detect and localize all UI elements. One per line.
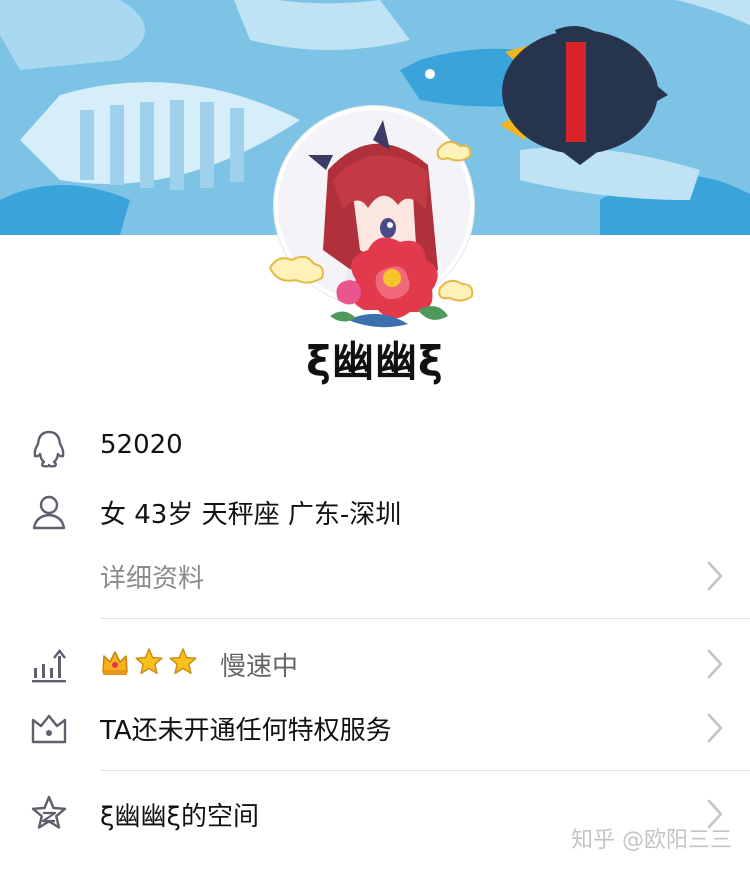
nickname: ξ幽幽ξ <box>306 337 444 386</box>
avatar-frame-decoration <box>268 140 474 328</box>
section-divider <box>100 770 750 771</box>
penguin-icon <box>33 430 65 468</box>
watermark: 知乎 @欧阳三三 <box>571 828 732 853</box>
privilege-crown-icon <box>31 714 67 744</box>
star-icon <box>169 648 197 675</box>
chevron-right-icon <box>707 713 723 743</box>
chevron-right-icon <box>707 561 723 591</box>
star-icon <box>135 648 163 675</box>
basic-info: 女 43岁 天秤座 广东-深圳 <box>100 500 402 530</box>
qzone-text: ξ幽幽ξ的空间 <box>100 802 259 832</box>
peony-flower-icon <box>330 237 448 328</box>
level-row[interactable]: 慢速中 <box>0 632 750 696</box>
level-chart-icon <box>32 649 66 683</box>
level-badges <box>100 646 198 678</box>
qzone-star-icon <box>31 795 67 829</box>
detail-info-row[interactable]: 详细资料 <box>0 544 750 608</box>
section-divider <box>100 618 750 619</box>
basic-info-row: 女 43岁 天秤座 广东-深圳 <box>0 480 750 544</box>
privilege-text: TA还未开通任何特权服务 <box>100 716 392 746</box>
qq-number-row: 52020 <box>0 416 750 480</box>
person-icon <box>32 495 66 530</box>
level-status: 慢速中 <box>220 652 299 682</box>
chevron-right-icon <box>707 649 723 679</box>
privilege-row[interactable]: TA还未开通任何特权服务 <box>0 696 750 760</box>
crown-icon <box>102 651 128 675</box>
avatar[interactable] <box>268 100 480 328</box>
qq-number: 52020 <box>100 430 183 460</box>
detail-info-link[interactable]: 详细资料 <box>100 558 204 595</box>
